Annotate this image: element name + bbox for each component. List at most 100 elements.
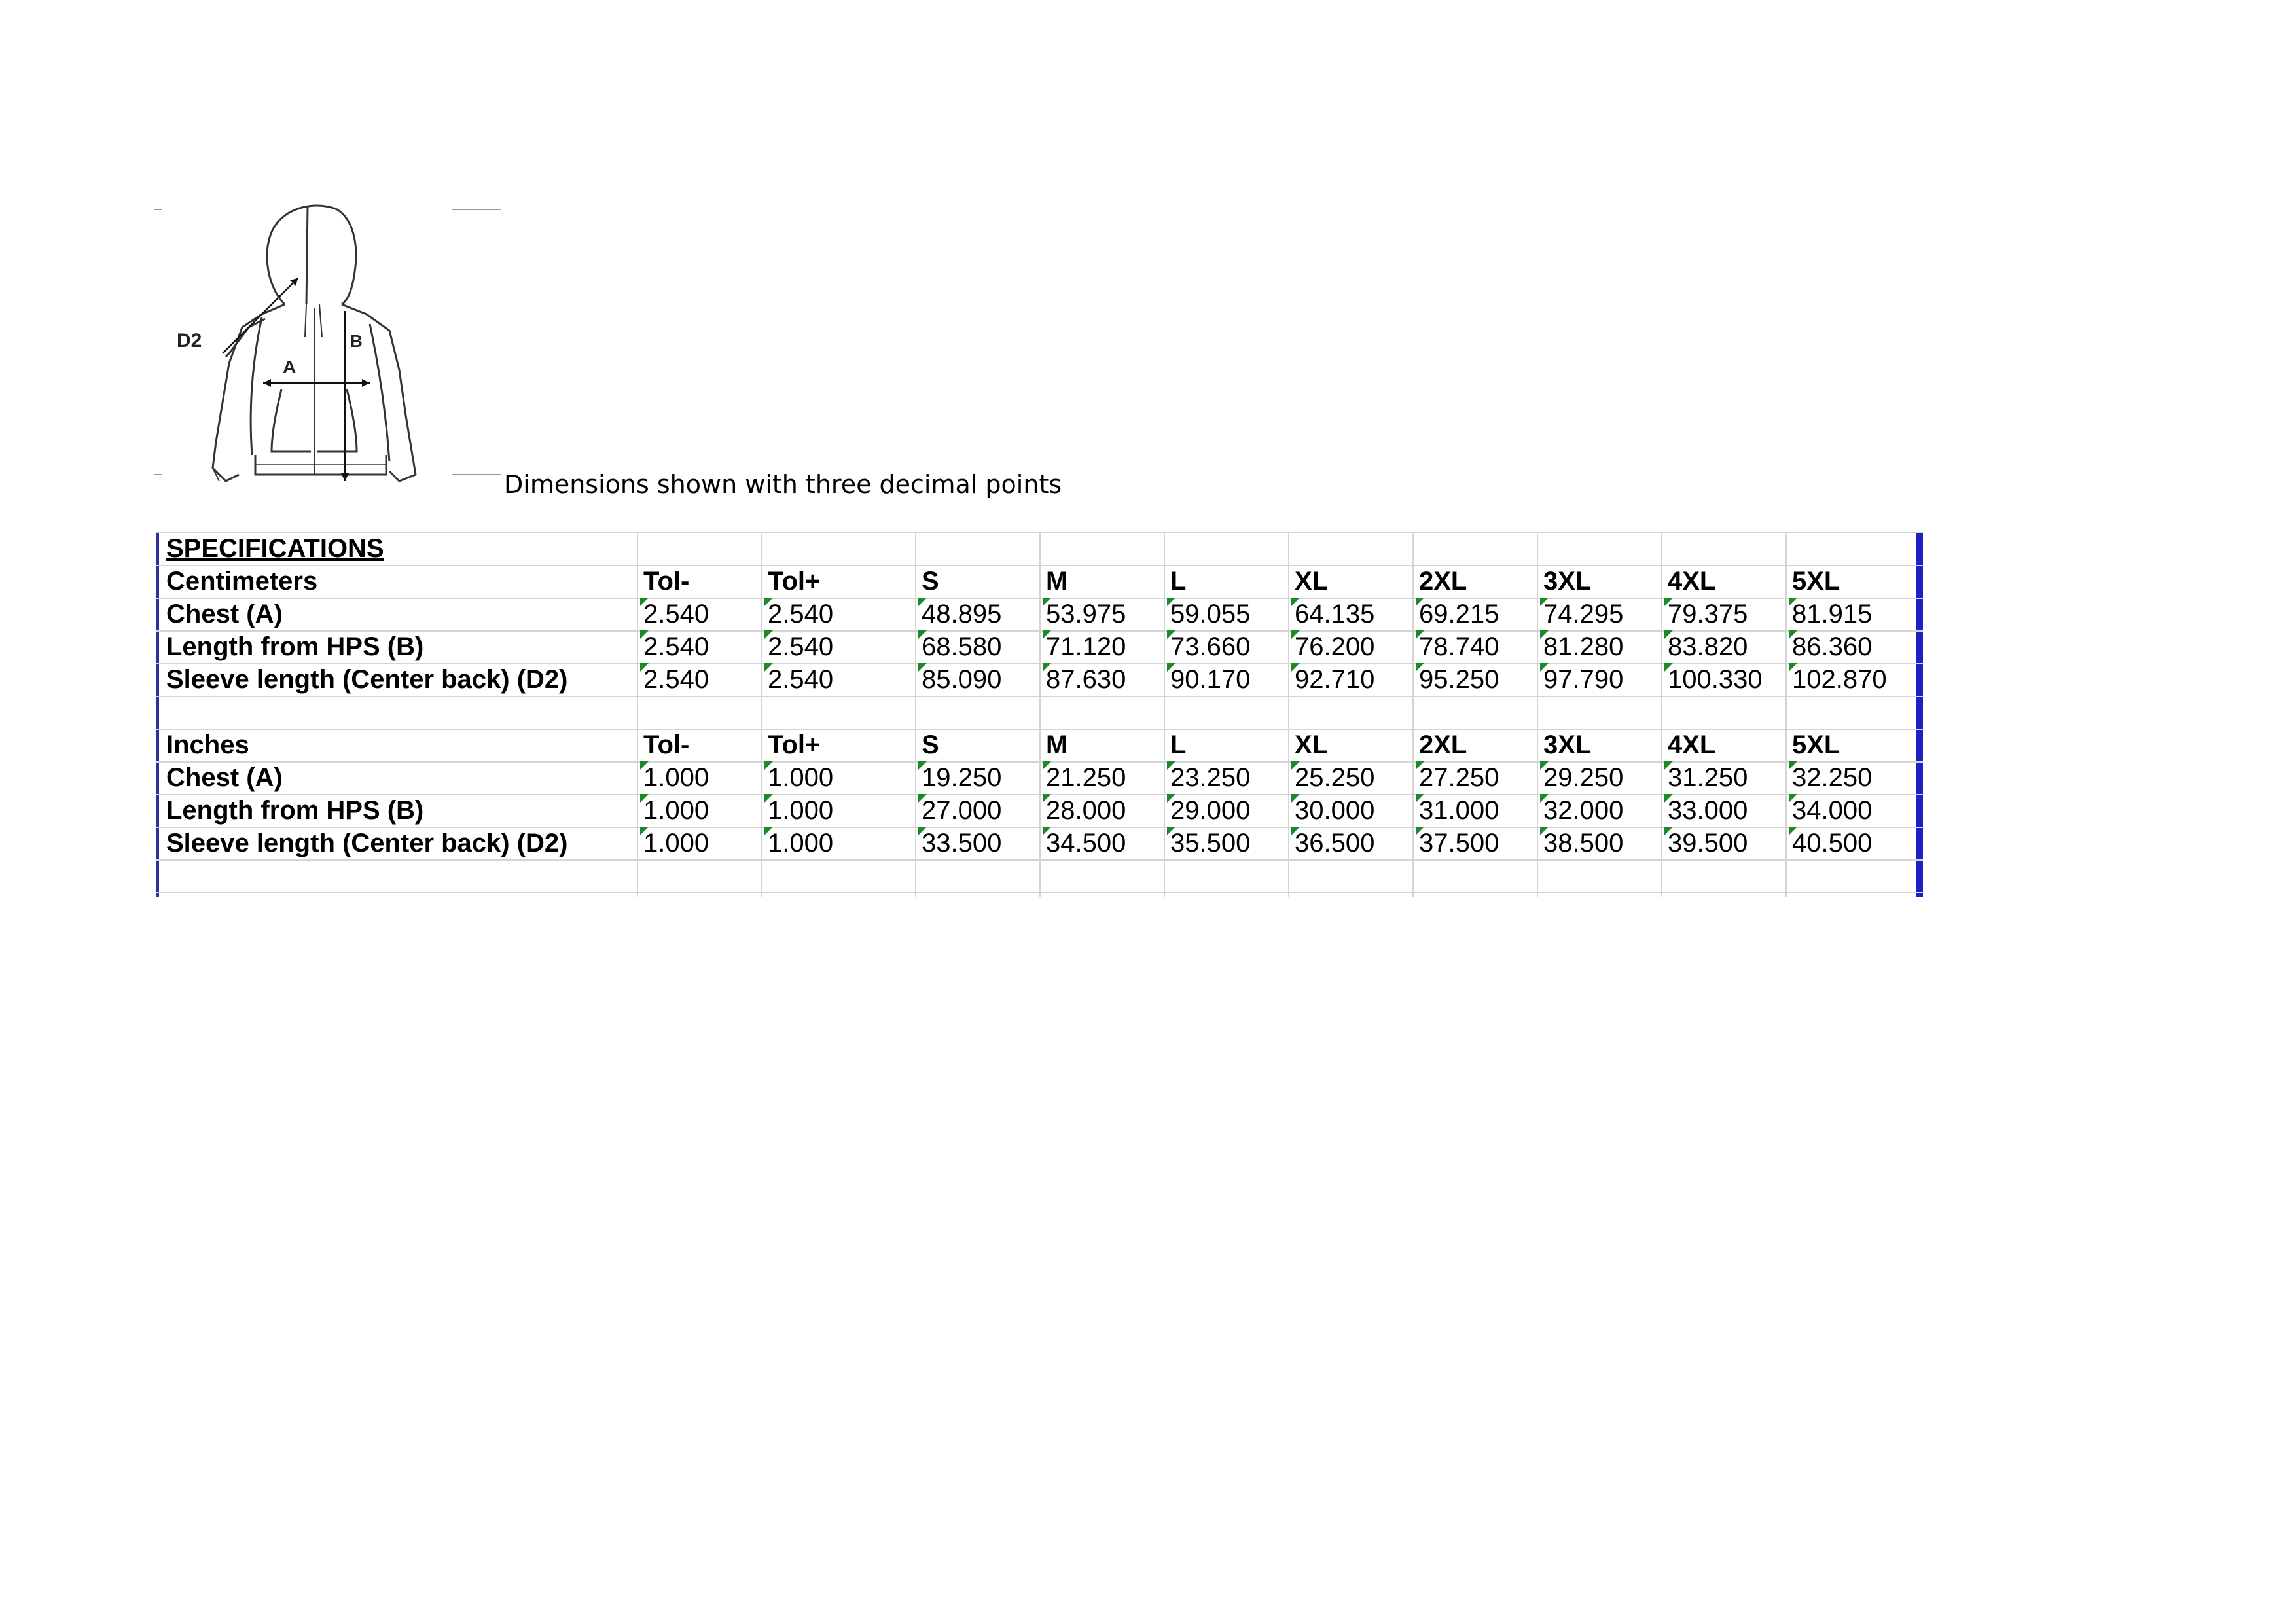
value-cell: 87.630 xyxy=(1041,662,1126,695)
column-header: L xyxy=(1170,567,1187,596)
value-cell: 53.975 xyxy=(1041,597,1126,630)
value-cell: 64.135 xyxy=(1289,597,1374,630)
value-cell: 86.360 xyxy=(1787,630,1872,662)
value-cell: 69.215 xyxy=(1414,597,1499,630)
value-cell: 39.500 xyxy=(1662,826,1748,859)
value-cell: 19.250 xyxy=(916,761,1001,793)
value-cell: 27.250 xyxy=(1414,761,1499,793)
value-cell: 1.000 xyxy=(638,761,709,793)
label-a: A xyxy=(283,357,296,377)
value-cell: 29.250 xyxy=(1538,761,1623,793)
column-header: 5XL xyxy=(1792,567,1840,596)
value-cell: 68.580 xyxy=(916,630,1001,662)
value-cell: 33.500 xyxy=(916,826,1001,859)
row-label: Chest (A) xyxy=(166,763,283,792)
decimal-note: Dimensions shown with three decimal poin… xyxy=(504,470,1062,499)
value-cell: 1.000 xyxy=(762,793,833,826)
table-frame-right xyxy=(1916,532,1923,897)
column-header: 4XL xyxy=(1668,731,1716,759)
value-cell: 32.250 xyxy=(1787,761,1872,793)
column-header: 2XL xyxy=(1419,567,1467,596)
value-cell: 38.500 xyxy=(1538,826,1623,859)
value-cell: 76.200 xyxy=(1289,630,1374,662)
row-label: Length from HPS (B) xyxy=(166,632,424,661)
column-header: M xyxy=(1046,567,1068,596)
column-header: M xyxy=(1046,731,1068,759)
grid-hline xyxy=(156,761,1923,763)
value-cell: 31.000 xyxy=(1414,793,1499,826)
specifications-title: SPECIFICATIONS xyxy=(166,534,384,563)
value-cell: 73.660 xyxy=(1165,630,1250,662)
value-cell: 83.820 xyxy=(1662,630,1748,662)
table-frame-left xyxy=(156,532,159,897)
column-header: Tol+ xyxy=(768,731,821,759)
value-cell: 85.090 xyxy=(916,662,1001,695)
value-cell: 28.000 xyxy=(1041,793,1126,826)
grid-hline xyxy=(156,892,1923,893)
value-cell: 97.790 xyxy=(1538,662,1623,695)
value-cell: 59.055 xyxy=(1165,597,1250,630)
value-cell: 23.250 xyxy=(1165,761,1250,793)
value-cell: 1.000 xyxy=(762,826,833,859)
grid-hline xyxy=(156,696,1923,697)
value-cell: 33.000 xyxy=(1662,793,1748,826)
value-cell: 1.000 xyxy=(638,826,709,859)
value-cell: 74.295 xyxy=(1538,597,1623,630)
label-d2: D2 xyxy=(177,330,202,352)
column-header: 3XL xyxy=(1543,567,1592,596)
value-cell: 27.000 xyxy=(916,793,1001,826)
value-cell: 2.540 xyxy=(762,662,833,695)
value-cell: 102.870 xyxy=(1787,662,1887,695)
row-label: Sleeve length (Center back) (D2) xyxy=(166,665,568,694)
value-cell: 21.250 xyxy=(1041,761,1126,793)
column-header: 3XL xyxy=(1543,731,1592,759)
value-cell: 29.000 xyxy=(1165,793,1250,826)
value-cell: 40.500 xyxy=(1787,826,1872,859)
value-cell: 1.000 xyxy=(762,761,833,793)
row-label: Sleeve length (Center back) (D2) xyxy=(166,829,568,857)
value-cell: 36.500 xyxy=(1289,826,1374,859)
unit-heading: Inches xyxy=(166,731,249,759)
grid-hline xyxy=(156,532,1923,533)
value-cell: 31.250 xyxy=(1662,761,1748,793)
row-label: Length from HPS (B) xyxy=(166,796,424,825)
row-label: Chest (A) xyxy=(166,600,283,628)
column-header: Tol- xyxy=(643,567,690,596)
grid-hline xyxy=(156,729,1923,730)
value-cell: 79.375 xyxy=(1662,597,1748,630)
value-cell: 1.000 xyxy=(638,793,709,826)
value-cell: 71.120 xyxy=(1041,630,1126,662)
grid-hline xyxy=(156,598,1923,599)
column-header: S xyxy=(922,731,939,759)
grid-hline xyxy=(156,565,1923,566)
value-cell: 2.540 xyxy=(638,630,709,662)
value-cell: 95.250 xyxy=(1414,662,1499,695)
value-cell: 92.710 xyxy=(1289,662,1374,695)
value-cell: 25.250 xyxy=(1289,761,1374,793)
unit-heading: Centimeters xyxy=(166,567,318,596)
value-cell: 34.500 xyxy=(1041,826,1126,859)
column-header: Tol- xyxy=(643,731,690,759)
hoodie-sketch: D2 A B xyxy=(151,193,504,494)
column-header: 2XL xyxy=(1419,731,1467,759)
value-cell: 35.500 xyxy=(1165,826,1250,859)
value-cell: 48.895 xyxy=(916,597,1001,630)
value-cell: 81.280 xyxy=(1538,630,1623,662)
value-cell: 32.000 xyxy=(1538,793,1623,826)
grid-hline xyxy=(156,859,1923,861)
value-cell: 78.740 xyxy=(1414,630,1499,662)
column-header: 5XL xyxy=(1792,731,1840,759)
column-header: XL xyxy=(1295,731,1329,759)
column-header: 4XL xyxy=(1668,567,1716,596)
value-cell: 30.000 xyxy=(1289,793,1374,826)
value-cell: 2.540 xyxy=(762,597,833,630)
value-cell: 100.330 xyxy=(1662,662,1763,695)
value-cell: 2.540 xyxy=(638,597,709,630)
column-header: XL xyxy=(1295,567,1329,596)
column-header: S xyxy=(922,567,939,596)
value-cell: 37.500 xyxy=(1414,826,1499,859)
value-cell: 2.540 xyxy=(638,662,709,695)
value-cell: 34.000 xyxy=(1787,793,1872,826)
label-b: B xyxy=(350,331,363,351)
value-cell: 90.170 xyxy=(1165,662,1250,695)
